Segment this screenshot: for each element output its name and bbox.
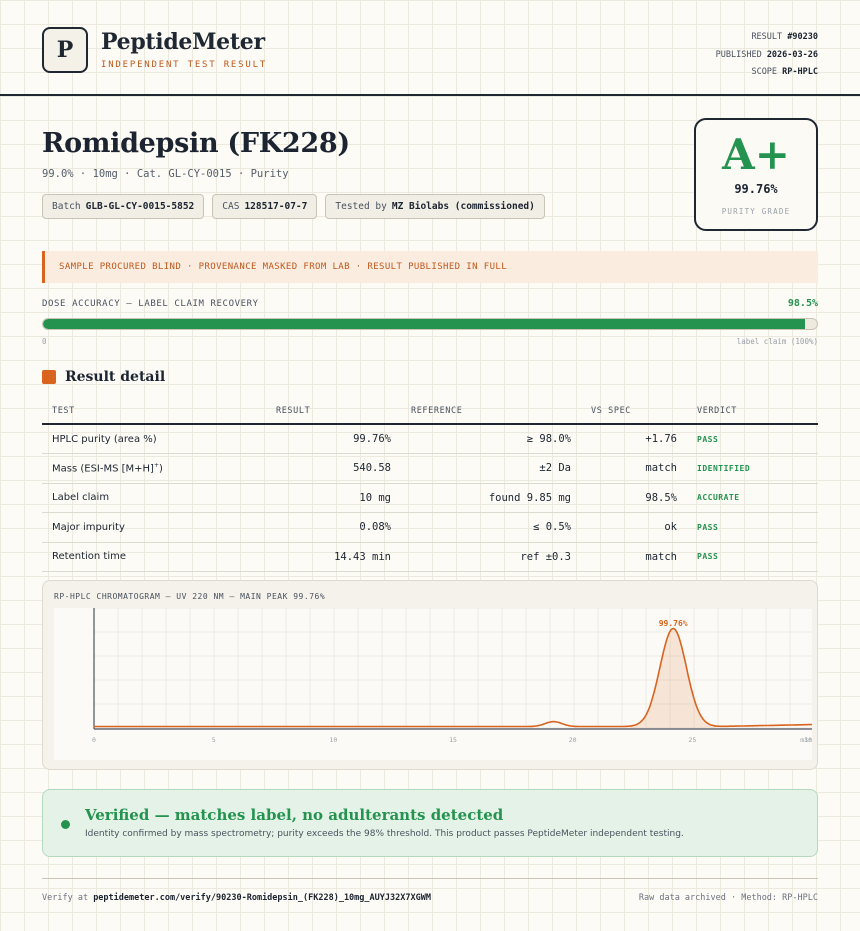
- table-row: Mass (ESI-MS [M+H]+) 540.58 ±2 Da match …: [42, 453, 818, 484]
- table-row: Major impurity 0.08% ≤ 0.5% ok PASS: [42, 512, 818, 543]
- meta-scope: SCOPE RP-HPLC: [751, 67, 818, 77]
- section-title: Result detail: [65, 369, 166, 385]
- cell-reference: ref ±0.3: [401, 542, 581, 572]
- chromatogram-trace: [94, 627, 812, 728]
- batch-chip: Batch GLB-GL-CY-0015-5852: [42, 194, 205, 219]
- col-test: TEST: [42, 398, 266, 425]
- dose-value: 98.5%: [787, 298, 818, 309]
- cell-test: HPLC purity (area %): [42, 424, 266, 454]
- cell-reference: ≥ 98.0%: [401, 424, 581, 454]
- verify-line: Verify at peptidemeter.com/verify/90230-…: [42, 893, 431, 903]
- verified-panel: Verified — matches label, no adulterants…: [42, 789, 818, 857]
- cell-verdict: ACCURATE: [687, 483, 818, 513]
- x-unit-label: min: [800, 736, 812, 744]
- table-row: Retention time 14.43 min ref ±0.3 match …: [42, 542, 818, 572]
- chromatogram-title: RP-HPLC CHROMATOGRAM — UV 220 NM — MAIN …: [54, 592, 326, 601]
- cell-result: 0.08%: [266, 512, 401, 543]
- cell-result: 14.43 min: [266, 542, 401, 572]
- verified-title: Verified — matches label, no adulterants…: [85, 806, 504, 824]
- footer-divider: [42, 878, 818, 879]
- dose-min-label: 0: [42, 337, 47, 346]
- status-dot-icon: [61, 820, 70, 829]
- x-tick-label: 25: [688, 736, 696, 744]
- product-chips: Batch GLB-GL-CY-0015-5852 CAS 128517-07-7 …: [42, 194, 545, 219]
- dose-progress-bar: [42, 318, 818, 330]
- cell-test: Label claim: [42, 483, 266, 513]
- grade-label: PURITY GRADE: [721, 207, 791, 216]
- x-tick-label: 5: [212, 736, 216, 744]
- cell-vs-spec: +1.76: [581, 424, 687, 454]
- cell-verdict: PASS: [687, 512, 818, 543]
- chromatogram-chart: 99.76%0 5 10 15 20 25 30min: [92, 607, 812, 744]
- brand-name: PeptideMeter: [101, 29, 265, 55]
- cell-result: 540.58: [266, 453, 401, 484]
- cell-vs-spec: ok: [581, 512, 687, 543]
- lab-chip: Tested by MZ Biolabs (commissioned): [325, 194, 545, 219]
- product-subtitle: 99.0% · 10mg · Cat. GL-CY-0015 · Purity: [42, 168, 289, 180]
- result-detail-heading: Result detail: [42, 369, 165, 385]
- cell-test: Mass (ESI-MS [M+H]+): [42, 453, 266, 484]
- verified-text: Identity confirmed by mass spectrometry;…: [85, 829, 684, 839]
- col-vs-spec: VS SPEC: [581, 398, 687, 425]
- cell-vs-spec: match: [581, 453, 687, 484]
- x-tick-label: 15: [449, 736, 457, 744]
- product-title: Romidepsin (FK228): [42, 128, 350, 159]
- x-tick-label: 10: [329, 736, 337, 744]
- report-header: P PeptideMeter INDEPENDENT TEST RESULT R…: [0, 0, 860, 96]
- cell-verdict: PASS: [687, 542, 818, 572]
- logo-icon: P: [42, 27, 88, 73]
- x-tick-label: 0: [92, 736, 96, 744]
- cell-test: Major impurity: [42, 512, 266, 543]
- dose-progress-fill: [43, 319, 806, 329]
- main-peak-area: [630, 628, 717, 728]
- table-row: HPLC purity (area %) 99.76% ≥ 98.0% +1.7…: [42, 424, 818, 454]
- peak-label: 99.76%: [659, 619, 688, 628]
- provenance-banner: SAMPLE PROCURED BLIND · PROVENANCE MASKE…: [42, 251, 818, 283]
- col-reference: REFERENCE: [401, 398, 581, 425]
- footer-method: Raw data archived · Method: RP-HPLC: [638, 893, 818, 903]
- col-result: RESULT: [266, 398, 401, 425]
- cell-test: Retention time: [42, 542, 266, 572]
- table-row: Label claim 10 mg found 9.85 mg 98.5% AC…: [42, 483, 818, 513]
- purity-grade-card: A+ 99.76% PURITY GRADE: [694, 118, 818, 231]
- table-header-row: TEST RESULT REFERENCE VS SPEC VERDICT: [42, 398, 818, 425]
- cell-verdict: PASS: [687, 424, 818, 454]
- cell-result: 10 mg: [266, 483, 401, 513]
- grade-letter: A+: [722, 130, 790, 179]
- cell-verdict: IDENTIFIED: [687, 453, 818, 484]
- dose-max-label: label claim (100%): [736, 337, 818, 346]
- verify-link[interactable]: peptidemeter.com/verify/90230-Romidepsin…: [93, 893, 431, 903]
- x-tick-label: 20: [569, 736, 577, 744]
- meta-result: RESULT #90230: [751, 32, 818, 42]
- cell-reference: ±2 Da: [401, 453, 581, 484]
- cell-result: 99.76%: [266, 424, 401, 454]
- brand-tagline: INDEPENDENT TEST RESULT: [101, 60, 268, 70]
- chromatogram-plot-area: 99.76% 0 5 10 15 20 25 30 min: [54, 607, 812, 760]
- cell-reference: ≤ 0.5%: [401, 512, 581, 543]
- chromatogram-panel: RP-HPLC CHROMATOGRAM — UV 220 NM — MAIN …: [42, 580, 818, 770]
- cell-reference: found 9.85 mg: [401, 483, 581, 513]
- report-meta: RESULT #90230 PUBLISHED 2026-03-26 SCOPE…: [716, 29, 818, 82]
- col-verdict: VERDICT: [687, 398, 818, 425]
- meta-published: PUBLISHED 2026-03-26: [715, 49, 818, 60]
- cell-vs-spec: match: [581, 542, 687, 572]
- result-table: TEST RESULT REFERENCE VS SPEC VERDICT HP…: [42, 398, 818, 572]
- square-icon: [42, 370, 56, 384]
- grade-value: 99.76%: [734, 182, 778, 196]
- dose-label: DOSE ACCURACY — LABEL CLAIM RECOVERY: [42, 299, 259, 309]
- cas-chip: CAS 128517-07-7: [212, 194, 318, 219]
- cell-vs-spec: 98.5%: [581, 483, 687, 513]
